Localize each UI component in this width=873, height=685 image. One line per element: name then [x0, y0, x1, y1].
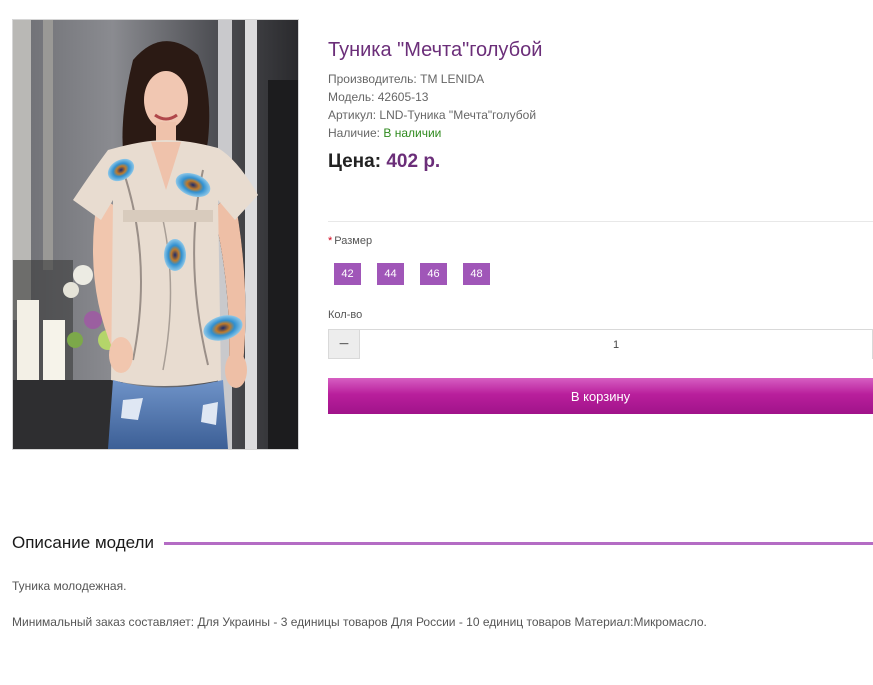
- description-paragraph-1: Туника молодежная.: [12, 579, 127, 593]
- description-header: Описание модели: [12, 532, 873, 554]
- model-value: 42605-13: [377, 90, 429, 104]
- model-label: Модель:: [328, 90, 375, 104]
- price: Цена: 402 р.: [328, 150, 873, 174]
- product-meta: Производитель: TM LENIDA Модель: 42605-1…: [328, 70, 873, 142]
- size-option-44[interactable]: 44: [377, 263, 404, 285]
- size-label: * Размер: [328, 235, 372, 247]
- add-to-cart-button[interactable]: В корзину: [328, 378, 873, 414]
- size-option-42[interactable]: 42: [334, 263, 361, 285]
- size-option-46[interactable]: 46: [420, 263, 447, 285]
- manufacturer-value[interactable]: TM LENIDA: [420, 72, 484, 86]
- description-paragraph-2: Минимальный заказ составляет: Для Украин…: [12, 615, 707, 629]
- product-photo-illustration: [13, 20, 298, 449]
- product-info: Туника "Мечта"голубой Производитель: TM …: [328, 36, 873, 174]
- sku-row: Артикул: LND-Туника "Мечта"голубой: [328, 106, 873, 124]
- quantity-input[interactable]: [360, 330, 872, 360]
- description-heading-line: [163, 541, 873, 545]
- product-image[interactable]: [12, 19, 299, 450]
- sku-label: Артикул:: [328, 108, 377, 122]
- sku-value: LND-Туника "Мечта"голубой: [379, 108, 537, 122]
- description-heading: Описание модели: [12, 533, 154, 552]
- manufacturer-label: Производитель:: [328, 72, 417, 86]
- price-value: 402 р.: [386, 151, 441, 172]
- info-divider: [328, 221, 873, 222]
- price-label: Цена:: [328, 151, 382, 172]
- required-mark: *: [328, 235, 333, 247]
- quantity-minus-button[interactable]: −: [329, 330, 360, 358]
- quantity-stepper: −: [328, 329, 873, 360]
- product-title: Туника "Мечта"голубой: [328, 39, 543, 61]
- size-option-48[interactable]: 48: [463, 263, 490, 285]
- manufacturer-row: Производитель: TM LENIDA: [328, 70, 873, 88]
- stock-label: Наличие:: [328, 126, 381, 140]
- stock-row: Наличие: В наличии: [328, 124, 873, 142]
- size-options: 42 44 46 48: [334, 263, 490, 285]
- size-label-text: Размер: [334, 235, 373, 247]
- stock-status: В наличии: [383, 126, 442, 140]
- model-row: Модель: 42605-13: [328, 88, 873, 106]
- quantity-label: Кол-во: [328, 309, 363, 321]
